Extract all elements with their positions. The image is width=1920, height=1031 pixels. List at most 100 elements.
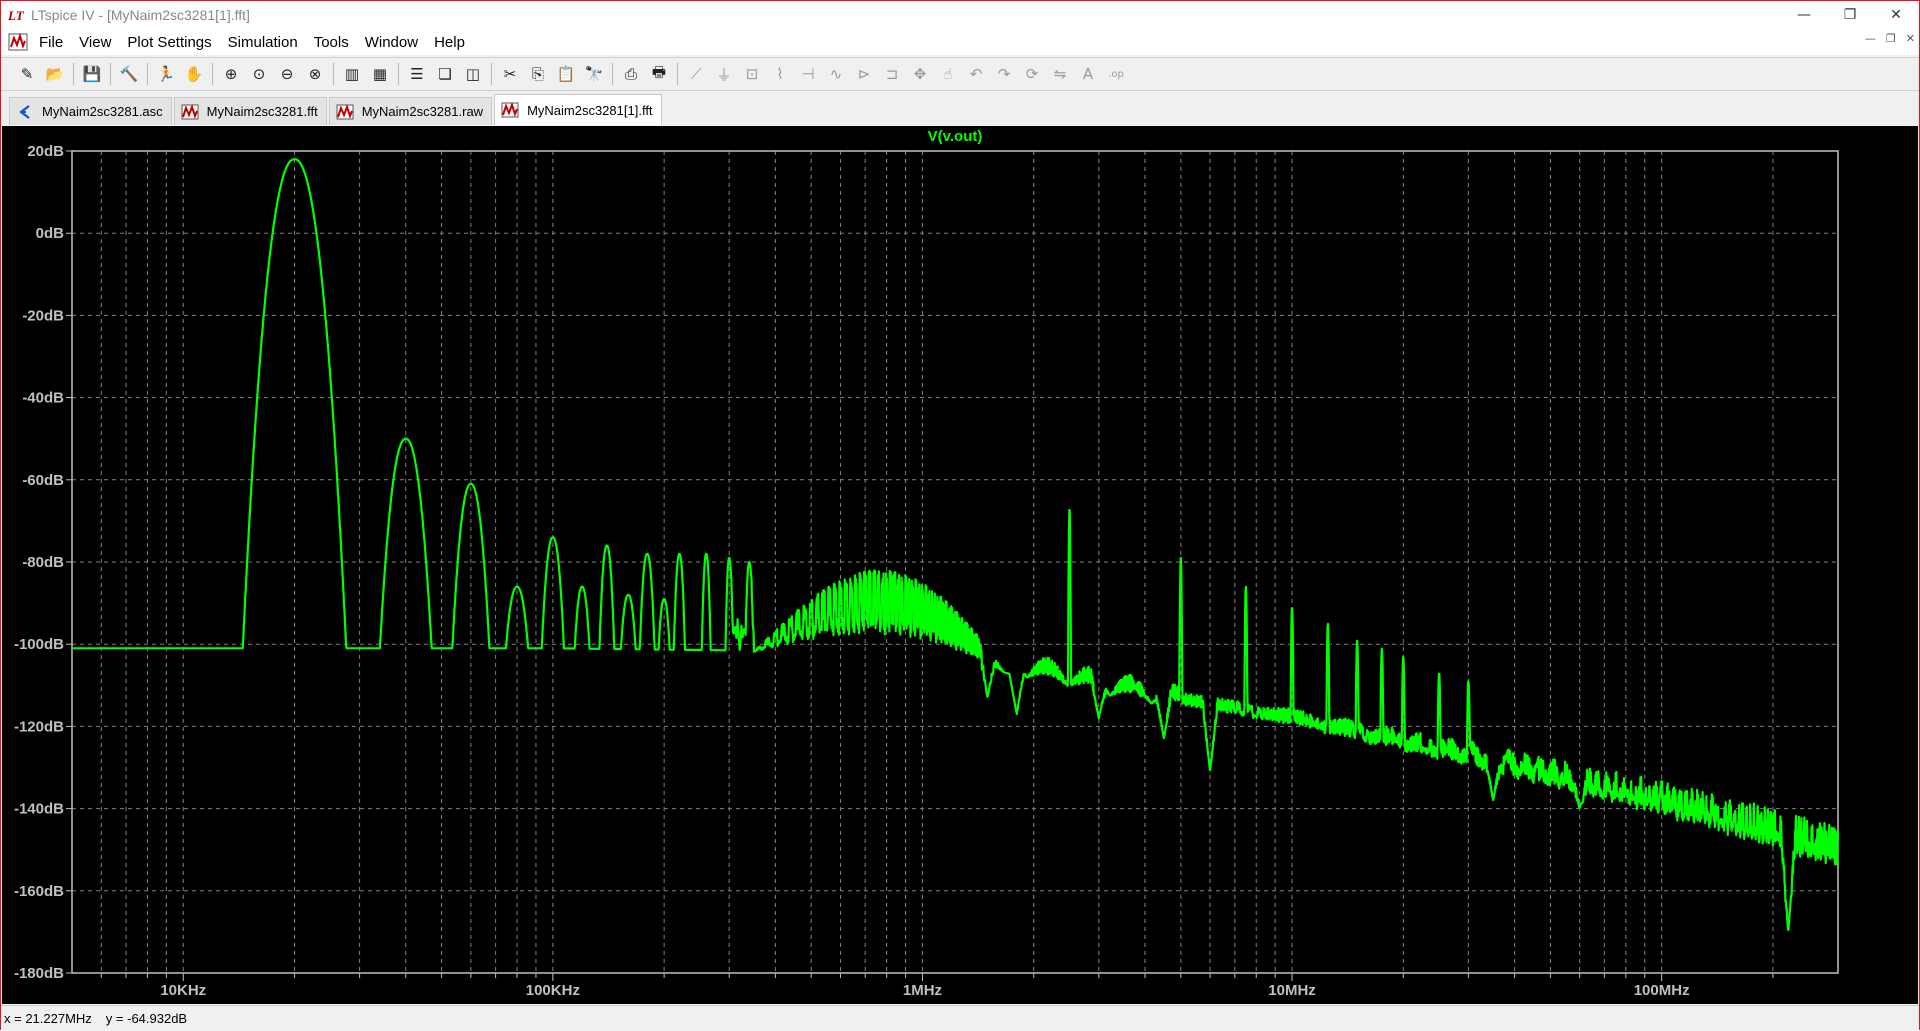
paste-icon[interactable]: 📋: [554, 62, 578, 86]
toolbar-separator: [110, 63, 111, 85]
new-schematic-icon[interactable]: ✎: [15, 62, 39, 86]
close-button[interactable]: ✕: [1873, 1, 1919, 29]
zoom-extent-icon[interactable]: ⊙: [247, 62, 271, 86]
toolbar-separator: [212, 63, 213, 85]
y-tick-label: -80dB: [22, 554, 64, 571]
halt-icon[interactable]: ✋: [182, 62, 206, 86]
y-tick-label: -60dB: [22, 472, 64, 489]
y-tick-label: -120dB: [14, 718, 64, 735]
y-tick-label: 0dB: [36, 225, 65, 242]
spice-directive-icon[interactable]: .op: [1104, 62, 1128, 86]
y-tick-label: -40dB: [22, 390, 64, 407]
ground-icon[interactable]: ⏚: [712, 62, 736, 86]
cascade-icon[interactable]: ❏: [433, 62, 457, 86]
menu-window[interactable]: Window: [357, 34, 426, 51]
fft-plot[interactable]: 20dB 0dB -20dB -40dB -60dB -80dB -100dB -120dB -…: [2, 126, 1918, 1004]
toolbar-separator: [612, 63, 613, 85]
toolbar-separator: [73, 63, 74, 85]
autorange-icon[interactable]: ▥: [340, 62, 364, 86]
svg-text:LT: LT: [8, 8, 24, 22]
cursor-y-readout: y = -64.932dB: [105, 1011, 188, 1026]
rotate-icon[interactable]: ⟳: [1020, 62, 1044, 86]
move-icon[interactable]: ✥: [908, 62, 932, 86]
tile-vertical-icon[interactable]: ◫: [461, 62, 485, 86]
mdi-close-button[interactable]: ✕: [1906, 32, 1915, 45]
x-tick-label: 10KHz: [160, 982, 206, 999]
toolbar-separator: [333, 63, 334, 85]
waveform-plot-pane[interactable]: 20dB 0dB -20dB -40dB -60dB -80dB -100dB -120dB -…: [2, 126, 1918, 1004]
trace-v-out: [71, 158, 1840, 932]
tab-raw[interactable]: MyNaim2sc3281.raw: [328, 97, 493, 125]
undo-icon[interactable]: ↶: [964, 62, 988, 86]
resistor-icon[interactable]: ⌇: [768, 62, 792, 86]
menu-simulation[interactable]: Simulation: [220, 34, 306, 51]
control-panel-icon[interactable]: 🔨: [117, 62, 141, 86]
y-tick-label: -100dB: [14, 636, 64, 653]
save-icon[interactable]: 💾: [80, 62, 104, 86]
zoom-in-icon[interactable]: ⊕: [219, 62, 243, 86]
x-tick-label: 1MHz: [903, 982, 942, 999]
x-tick-label: 10MHz: [1268, 982, 1316, 999]
waveform-icon: [181, 103, 199, 121]
mdi-minimize-button[interactable]: —: [1865, 32, 1876, 45]
print-preview-icon[interactable]: 🖶: [647, 62, 671, 86]
y-tick-label: -160dB: [14, 883, 64, 900]
text-icon[interactable]: A: [1076, 62, 1100, 86]
mirror-icon[interactable]: ⇋: [1048, 62, 1072, 86]
menu-bar: File View Plot Settings Simulation Tools…: [1, 29, 1919, 55]
grid-icon[interactable]: ▦: [368, 62, 392, 86]
trace-label: V(v.out): [928, 128, 983, 145]
menu-tools[interactable]: Tools: [306, 34, 357, 51]
wire-icon[interactable]: ⟋: [684, 62, 708, 86]
menu-plot-settings[interactable]: Plot Settings: [119, 34, 219, 51]
x-tick-label: 100MHz: [1634, 982, 1690, 999]
toolbar-separator: [147, 63, 148, 85]
ltspice-window: LT LTspice IV - [MyNaim2sc3281[1].fft] —…: [0, 0, 1920, 1031]
tab-fft-1-active[interactable]: MyNaim2sc3281[1].fft: [494, 94, 662, 125]
window-title: LTspice IV - [MyNaim2sc3281[1].fft]: [31, 7, 250, 23]
document-tabs: MyNaim2sc3281.asc MyNaim2sc3281.fft MyNa…: [1, 93, 1919, 125]
print-icon[interactable]: ⎙: [619, 62, 643, 86]
redo-icon[interactable]: ↷: [992, 62, 1016, 86]
copy-icon[interactable]: ⎘: [526, 62, 550, 86]
menu-view[interactable]: View: [71, 34, 119, 51]
schematic-icon: [16, 103, 34, 121]
title-bar[interactable]: LT LTspice IV - [MyNaim2sc3281[1].fft] —…: [1, 1, 1919, 29]
tab-label: MyNaim2sc3281[1].fft: [527, 102, 653, 118]
run-icon[interactable]: 🏃: [154, 62, 178, 86]
zoom-out-icon[interactable]: ⊖: [275, 62, 299, 86]
cut-icon[interactable]: ✂: [498, 62, 522, 86]
toolbar-separator: [491, 63, 492, 85]
minimize-button[interactable]: —: [1781, 1, 1827, 29]
open-icon[interactable]: 📂: [43, 62, 67, 86]
waveform-icon: [501, 101, 519, 119]
tab-label: MyNaim2sc3281.raw: [361, 104, 484, 119]
tab-schematic[interactable]: MyNaim2sc3281.asc: [9, 97, 172, 125]
tab-label: MyNaim2sc3281.fft: [206, 104, 318, 119]
tab-label: MyNaim2sc3281.asc: [42, 104, 163, 119]
zoom-cancel-icon[interactable]: ⊗: [303, 62, 327, 86]
find-icon[interactable]: 🔭: [582, 62, 606, 86]
component-icon[interactable]: ⊐: [880, 62, 904, 86]
toolbar: ✎ 📂 💾 🔨 🏃 ✋ ⊕ ⊙ ⊖ ⊗ ▥ ▦ ☰ ❏ ◫ ✂ ⎘ 📋 🔭 ⎙ 🖶 ⟋ ⏚ ⊡ ⌇ ⊣ ∿ ⊳ ⊐ ✥ ☝ ↶ ↷ ⟳ ⇋ A .op: [1, 57, 1919, 91]
mdi-controls: — ❐ ✕: [1865, 32, 1915, 45]
label-net-icon[interactable]: ⊡: [740, 62, 764, 86]
mdi-restore-button[interactable]: ❐: [1886, 32, 1896, 45]
tile-horizontal-icon[interactable]: ☰: [405, 62, 429, 86]
y-tick-label: -140dB: [14, 801, 64, 818]
drag-icon[interactable]: ☝: [936, 62, 960, 86]
document-system-menu-icon[interactable]: [5, 31, 31, 53]
menu-file[interactable]: File: [31, 34, 71, 51]
restore-button[interactable]: ❐: [1827, 1, 1873, 29]
y-tick-label: -20dB: [22, 307, 64, 324]
cursor-x-readout: x = 21.227MHz: [4, 1011, 92, 1026]
menu-help[interactable]: Help: [426, 34, 473, 51]
diode-icon[interactable]: ⊳: [852, 62, 876, 86]
inductor-icon[interactable]: ∿: [824, 62, 848, 86]
x-tick-label: 100KHz: [526, 982, 580, 999]
waveform-icon: [336, 103, 354, 121]
capacitor-icon[interactable]: ⊣: [796, 62, 820, 86]
toolbar-separator: [677, 63, 678, 85]
toolbar-separator: [398, 63, 399, 85]
tab-fft[interactable]: MyNaim2sc3281.fft: [173, 97, 327, 125]
